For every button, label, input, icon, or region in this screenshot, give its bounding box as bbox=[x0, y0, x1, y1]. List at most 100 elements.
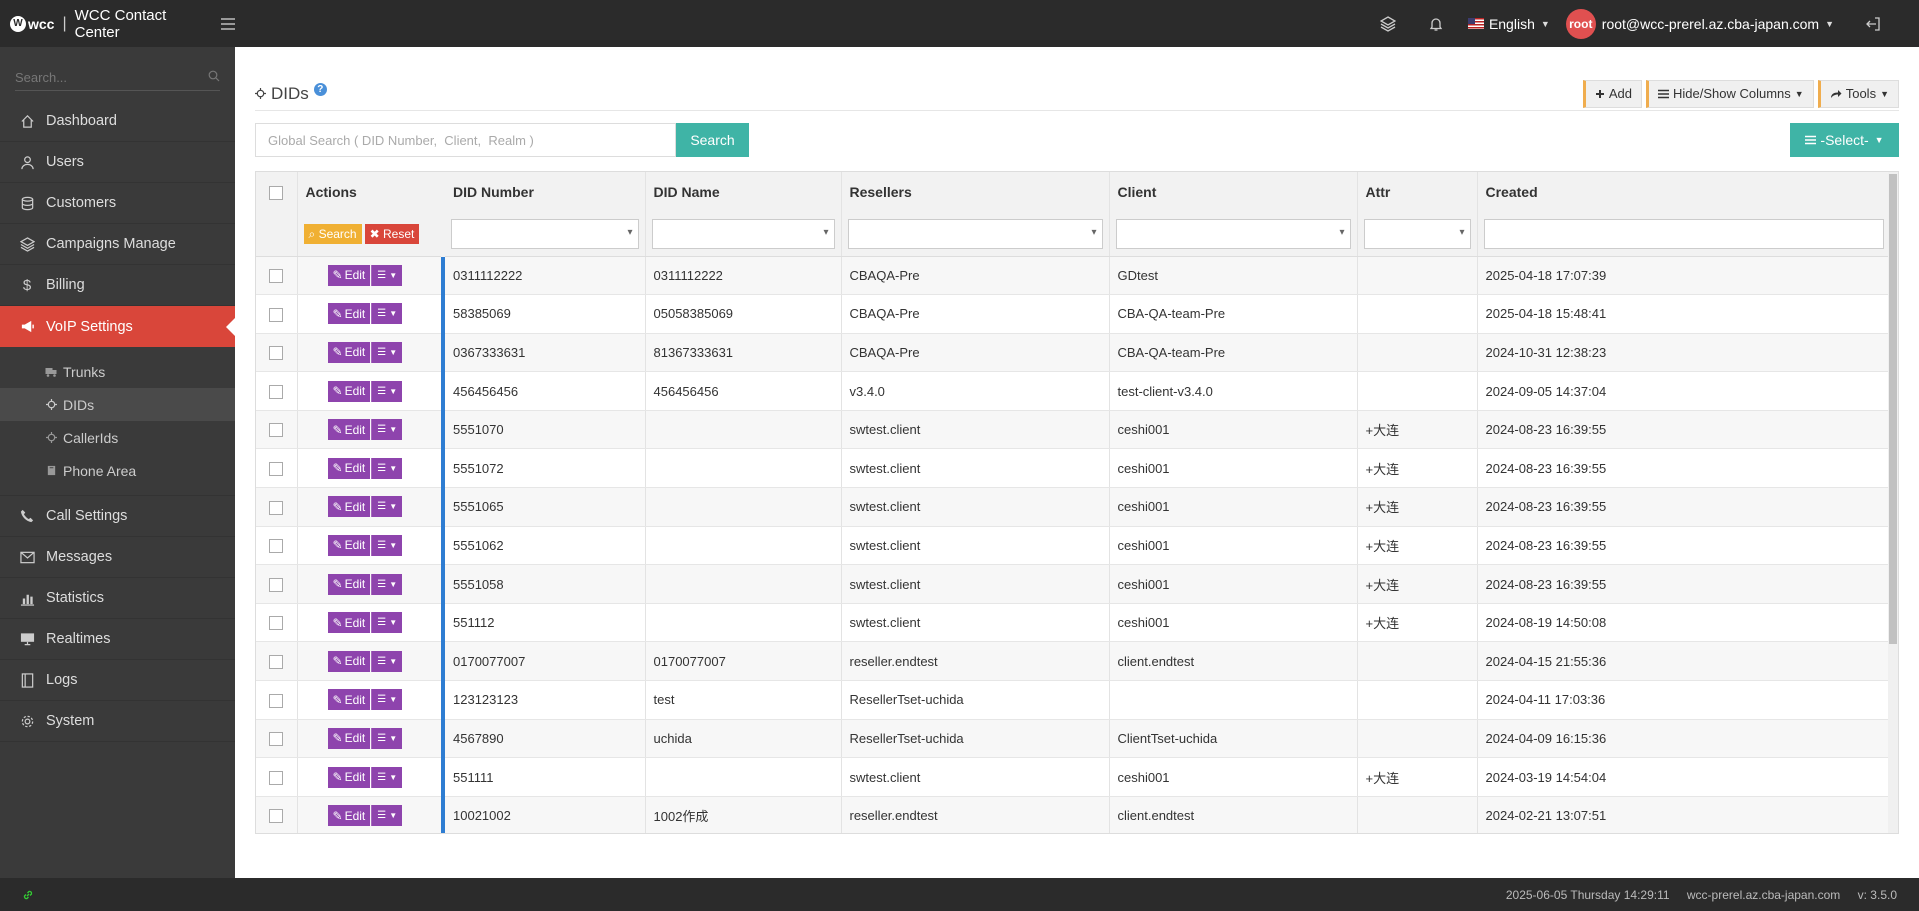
table-scrollbar[interactable] bbox=[1888, 172, 1898, 833]
megaphone-icon bbox=[18, 318, 36, 336]
header-attr[interactable]: Attr bbox=[1357, 172, 1478, 212]
edit-button[interactable]: ✎ Edit bbox=[327, 689, 371, 711]
edit-button[interactable]: ✎ Edit bbox=[327, 612, 371, 634]
sidebar-item-logs[interactable]: Logs bbox=[0, 660, 235, 701]
sidebar-subitem-callerids[interactable]: CallerIds bbox=[0, 421, 235, 454]
sidebar-item-users[interactable]: Users bbox=[0, 142, 235, 183]
row-checkbox[interactable] bbox=[269, 809, 283, 824]
filter-reset-button[interactable]: ✖ Reset bbox=[364, 223, 420, 244]
edit-button[interactable]: ✎ Edit bbox=[327, 534, 371, 556]
edit-button[interactable]: ✎ Edit bbox=[327, 573, 371, 595]
global-search-button[interactable]: Search bbox=[676, 123, 749, 157]
cell-did-number: 0367333631 bbox=[441, 333, 646, 373]
row-checkbox[interactable] bbox=[269, 732, 283, 747]
table-scrollbar-thumb[interactable] bbox=[1889, 174, 1897, 644]
row-menu-button[interactable]: ☰ ▼ bbox=[371, 534, 403, 556]
row-menu-button[interactable]: ☰ ▼ bbox=[371, 264, 403, 286]
row-checkbox[interactable] bbox=[269, 577, 283, 592]
edit-button[interactable]: ✎ Edit bbox=[327, 341, 371, 363]
logo[interactable]: W wcc bbox=[10, 15, 54, 32]
sidebar-subitem-dids[interactable]: DIDs bbox=[0, 388, 235, 421]
help-icon[interactable]: ? bbox=[313, 83, 327, 96]
sidebar-subitem-phone-area[interactable]: Phone Area bbox=[0, 454, 235, 487]
cell-resellers: CBAQA-Pre bbox=[841, 294, 1110, 334]
sidebar-subitem-trunks[interactable]: Trunks bbox=[0, 355, 235, 388]
select-all-checkbox[interactable] bbox=[269, 186, 283, 201]
header-did-number[interactable]: DID Number bbox=[441, 172, 646, 212]
chevron-down-icon: ▼ bbox=[389, 463, 398, 473]
row-checkbox[interactable] bbox=[269, 539, 283, 554]
header-created[interactable]: Created bbox=[1477, 172, 1891, 212]
header-did-name[interactable]: DID Name bbox=[645, 172, 842, 212]
row-menu-button[interactable]: ☰ ▼ bbox=[371, 612, 403, 634]
row-checkbox[interactable] bbox=[269, 346, 283, 361]
header-client[interactable]: Client bbox=[1109, 172, 1358, 212]
logout-icon[interactable] bbox=[1864, 15, 1882, 33]
row-menu-button[interactable]: ☰ ▼ bbox=[371, 496, 403, 518]
language-selector[interactable]: English ▼ bbox=[1467, 16, 1550, 32]
sidebar-item-voip-settings[interactable]: VoIP Settings bbox=[0, 306, 235, 347]
sidebar-item-call-settings[interactable]: Call Settings bbox=[0, 496, 235, 537]
row-menu-button[interactable]: ☰ ▼ bbox=[371, 457, 403, 479]
hide-show-columns-button[interactable]: Hide/Show Columns ▼ bbox=[1646, 79, 1814, 108]
sidebar-item-billing[interactable]: $ Billing bbox=[0, 265, 235, 306]
layers-icon[interactable] bbox=[1379, 15, 1397, 33]
header-resellers[interactable]: Resellers bbox=[841, 172, 1110, 212]
row-menu-button[interactable]: ☰ ▼ bbox=[371, 650, 403, 672]
edit-button[interactable]: ✎ Edit bbox=[327, 419, 371, 441]
filter-search-button[interactable]: ⌕ Search bbox=[303, 223, 362, 244]
filter-resellers-select[interactable] bbox=[847, 218, 1103, 249]
filter-did-number-select[interactable] bbox=[451, 218, 639, 249]
user-menu[interactable]: root root@wcc-prerel.az.cba-japan.com ▼ bbox=[1565, 8, 1834, 39]
edit-button[interactable]: ✎ Edit bbox=[327, 805, 371, 827]
filter-did-name-select[interactable] bbox=[651, 218, 835, 249]
row-menu-button[interactable]: ☰ ▼ bbox=[371, 419, 403, 441]
edit-button[interactable]: ✎ Edit bbox=[327, 496, 371, 518]
bell-icon[interactable] bbox=[1427, 15, 1445, 33]
select-dropdown-button[interactable]: -Select- ▼ bbox=[1790, 123, 1899, 157]
row-menu-button[interactable]: ☰ ▼ bbox=[371, 303, 403, 325]
add-button[interactable]: Add bbox=[1582, 79, 1643, 108]
row-checkbox[interactable] bbox=[269, 269, 283, 284]
filter-client-select[interactable] bbox=[1115, 218, 1351, 249]
row-menu-button[interactable]: ☰ ▼ bbox=[371, 727, 403, 749]
sidebar-item-realtimes[interactable]: Realtimes bbox=[0, 619, 235, 660]
sidebar-item-campaigns-manage[interactable]: Campaigns Manage bbox=[0, 224, 235, 265]
row-checkbox[interactable] bbox=[269, 423, 283, 438]
row-select-cell bbox=[256, 410, 298, 450]
sidebar-item-customers[interactable]: Customers bbox=[0, 183, 235, 224]
row-checkbox[interactable] bbox=[269, 693, 283, 708]
edit-button[interactable]: ✎ Edit bbox=[327, 727, 371, 749]
tools-button[interactable]: Tools ▼ bbox=[1817, 79, 1899, 108]
edit-button[interactable]: ✎ Edit bbox=[327, 650, 371, 672]
row-checkbox[interactable] bbox=[269, 462, 283, 477]
edit-button[interactable]: ✎ Edit bbox=[327, 457, 371, 479]
sidebar-item-dashboard[interactable]: Dashboard bbox=[0, 101, 235, 142]
search-icon[interactable] bbox=[208, 70, 220, 85]
row-checkbox[interactable] bbox=[269, 770, 283, 785]
row-checkbox[interactable] bbox=[269, 500, 283, 515]
row-checkbox[interactable] bbox=[269, 307, 283, 322]
row-menu-button[interactable]: ☰ ▼ bbox=[371, 805, 403, 827]
row-checkbox[interactable] bbox=[269, 384, 283, 399]
edit-button[interactable]: ✎ Edit bbox=[327, 380, 371, 402]
sidebar-item-statistics[interactable]: Statistics bbox=[0, 578, 235, 619]
sidebar-item-messages[interactable]: Messages bbox=[0, 537, 235, 578]
filter-actions: ⌕ Search ✖ Reset bbox=[297, 212, 444, 257]
row-menu-button[interactable]: ☰ ▼ bbox=[371, 380, 403, 402]
edit-button[interactable]: ✎ Edit bbox=[327, 766, 371, 788]
row-checkbox[interactable] bbox=[269, 655, 283, 670]
edit-button[interactable]: ✎ Edit bbox=[327, 303, 371, 325]
row-menu-button[interactable]: ☰ ▼ bbox=[371, 689, 403, 711]
row-menu-button[interactable]: ☰ ▼ bbox=[371, 766, 403, 788]
row-menu-button[interactable]: ☰ ▼ bbox=[371, 341, 403, 363]
row-menu-button[interactable]: ☰ ▼ bbox=[371, 573, 403, 595]
edit-button[interactable]: ✎ Edit bbox=[327, 264, 371, 286]
filter-created-input[interactable] bbox=[1483, 218, 1884, 249]
global-search-input[interactable] bbox=[255, 123, 676, 157]
filter-attr-select[interactable] bbox=[1363, 218, 1471, 249]
menu-toggle-icon[interactable] bbox=[221, 17, 235, 30]
sidebar-search-input[interactable] bbox=[15, 70, 195, 85]
sidebar-item-system[interactable]: System bbox=[0, 701, 235, 742]
row-checkbox[interactable] bbox=[269, 616, 283, 631]
